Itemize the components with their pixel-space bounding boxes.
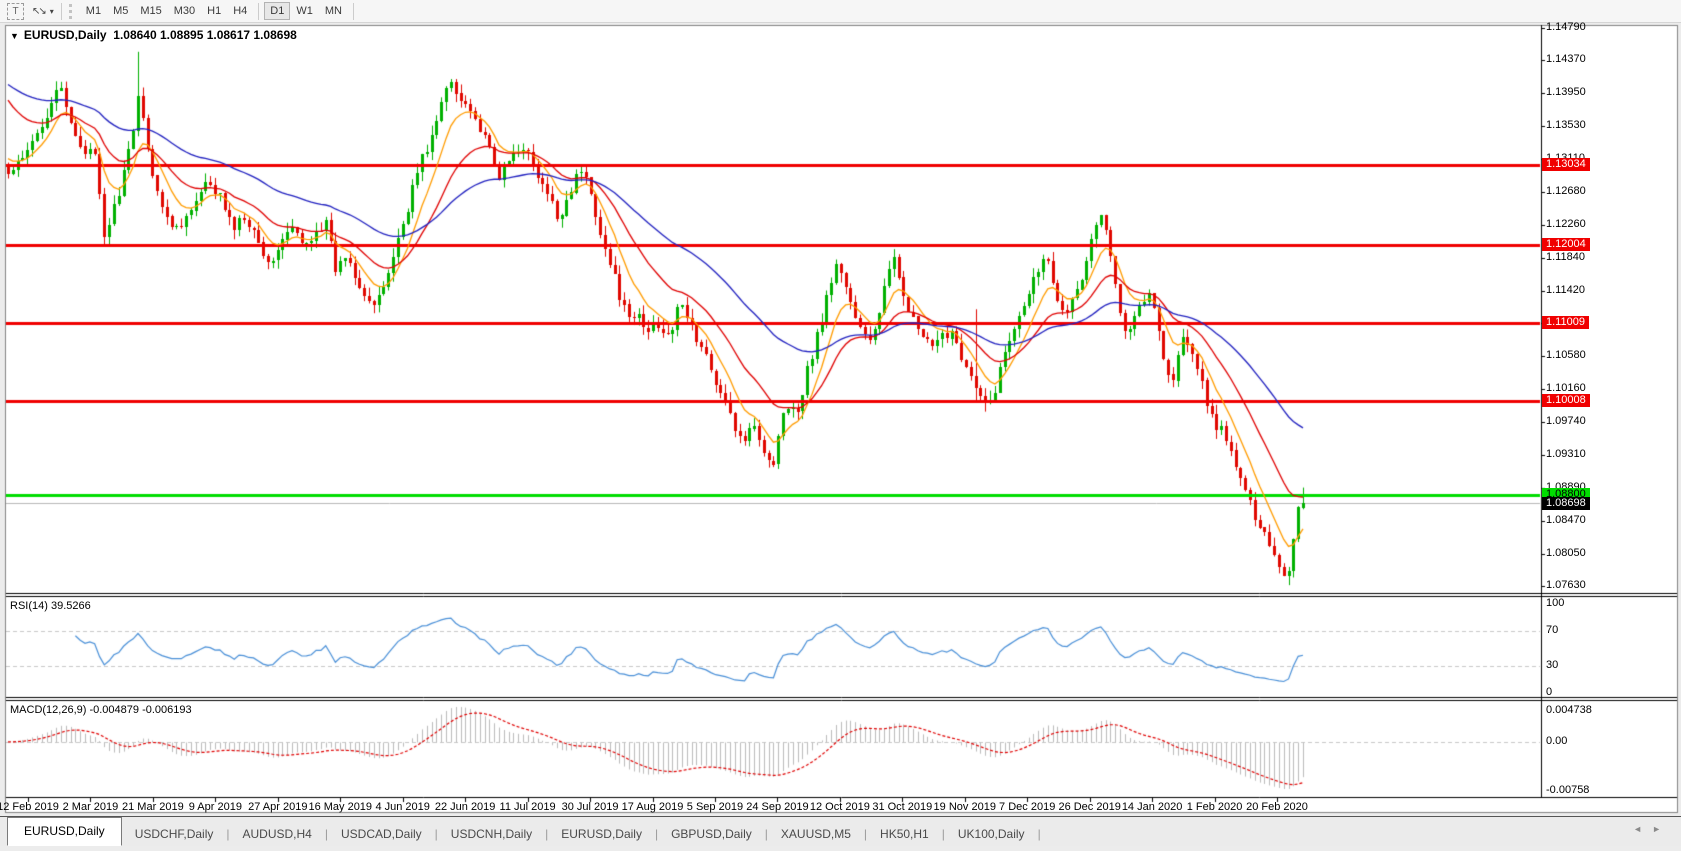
collapse-chart-icon[interactable]: ▼: [10, 31, 19, 41]
resistance-line-price-label: 1.11009: [1542, 315, 1589, 329]
price-axis-tick: 1.13950: [1546, 86, 1586, 99]
price-axis-tick: 1.14370: [1546, 53, 1586, 66]
symbol-tab-bar: EURUSD,Daily USDCHF,Daily | AUDUSD,H4 | USDC…: [0, 816, 1681, 846]
price-axis-tick: 1.08470: [1546, 513, 1586, 526]
resistance-line-price-label: 1.10008: [1542, 393, 1590, 407]
resistance-line-price-label: 1.12004: [1542, 238, 1590, 251]
rsi-axis-tick: 30: [1546, 659, 1559, 672]
chart-ohlc-values: 1.08640 1.08895 1.08617 1.08698: [113, 28, 297, 42]
chart-tab-usdcad-daily[interactable]: USDCAD,Daily: [328, 822, 435, 846]
date-axis-label: 31 Oct 2019: [872, 801, 933, 813]
price-axis-tick: 1.07630: [1546, 579, 1586, 592]
price-axis-tick: 1.10160: [1546, 381, 1586, 394]
price-axis-tick: 1.12260: [1546, 218, 1586, 231]
date-axis-label: 16 May 2019: [308, 801, 373, 813]
date-axis-label: 30 Jul 2019: [561, 801, 619, 813]
price-axis-tick: 1.12680: [1546, 185, 1586, 198]
date-axis-label: 19 Nov 2019: [933, 801, 996, 813]
bid-price-label: 1.08698: [1542, 496, 1590, 510]
chart-symbol-title: EURUSD,Daily: [23, 28, 107, 42]
date-axis-label: 21 Mar 2019: [122, 801, 184, 813]
rsi-axis-tick: 0: [1546, 686, 1553, 698]
chart-canvas[interactable]: [0, 0, 1681, 851]
date-axis-label: 4 Jun 2019: [375, 801, 430, 813]
macd-axis-tick: -0.00758: [1546, 784, 1590, 796]
price-axis-tick: 1.11840: [1546, 250, 1585, 263]
date-axis-label: 1 Feb 2020: [1186, 801, 1243, 813]
tab-scroll-right-icon[interactable]: ►: [1652, 824, 1671, 834]
date-axis-label: 11 Jul 2019: [499, 801, 556, 813]
chart-tab-audusd-h4[interactable]: AUDUSD,H4: [230, 822, 325, 846]
price-axis-tick: 1.10580: [1546, 349, 1586, 362]
chart-tab-gbpusd-daily[interactable]: GBPUSD,Daily: [658, 822, 765, 846]
price-axis-tick: 1.08050: [1546, 546, 1586, 559]
chart-header: ▼ EURUSD,Daily 1.08640 1.08895 1.08617 1.…: [10, 28, 297, 42]
price-axis-tick: 1.13530: [1546, 118, 1586, 131]
date-axis-label: 12 Oct 2019: [809, 801, 870, 813]
date-axis-label: 20 Feb 2020: [1246, 801, 1308, 813]
date-axis-label: 2 Mar 2019: [62, 801, 119, 813]
rsi-axis-tick: 70: [1546, 623, 1559, 636]
date-axis-label: 7 Dec 2019: [999, 801, 1056, 813]
date-axis-label: 22 Jun 2019: [434, 801, 496, 813]
macd-axis-tick: 0.00: [1546, 734, 1568, 747]
date-axis-label: 12 Feb 2019: [0, 801, 59, 813]
chart-tab-uk100-daily[interactable]: UK100,Daily: [945, 822, 1038, 846]
price-axis-tick: 1.09740: [1546, 414, 1586, 427]
price-axis-tick: 1.14790: [1546, 20, 1586, 33]
macd-axis-tick: 0.004738: [1546, 704, 1592, 716]
date-axis-label: 14 Jan 2020: [1121, 801, 1183, 813]
price-axis-tick: 1.09310: [1546, 448, 1586, 461]
chart-tab-usdcnh-daily[interactable]: USDCNH,Daily: [438, 822, 545, 846]
chart-window: [0, 0, 1681, 851]
date-axis-label: 24 Sep 2019: [746, 801, 809, 813]
chart-tab-hk50-h1[interactable]: HK50,H1: [867, 822, 942, 846]
chart-tab-usdchf-daily[interactable]: USDCHF,Daily: [122, 822, 227, 846]
rsi-indicator-label: RSI(14) 39.5266: [10, 600, 91, 612]
date-axis-label: 9 Apr 2019: [188, 801, 242, 813]
tab-scroll-left-icon[interactable]: ◄: [1633, 824, 1652, 834]
date-axis-label: 5 Sep 2019: [686, 801, 744, 813]
date-axis-label: 17 Aug 2019: [621, 801, 684, 813]
chart-tab-eurusd-daily[interactable]: EURUSD,Daily: [548, 822, 655, 846]
resistance-line-price-label: 1.13034: [1542, 157, 1590, 171]
rsi-axis-tick: 100: [1546, 597, 1565, 609]
macd-indicator-label: MACD(12,26,9) -0.004879 -0.006193: [10, 704, 192, 716]
chart-tab-xauusd-m5[interactable]: XAUUSD,M5: [768, 822, 864, 846]
chart-tab-eurusd-daily[interactable]: EURUSD,Daily: [7, 817, 122, 846]
price-axis-tick: 1.11420: [1546, 283, 1585, 296]
date-axis-label: 26 Dec 2019: [1058, 801, 1121, 813]
date-axis-label: 27 Apr 2019: [248, 801, 308, 813]
